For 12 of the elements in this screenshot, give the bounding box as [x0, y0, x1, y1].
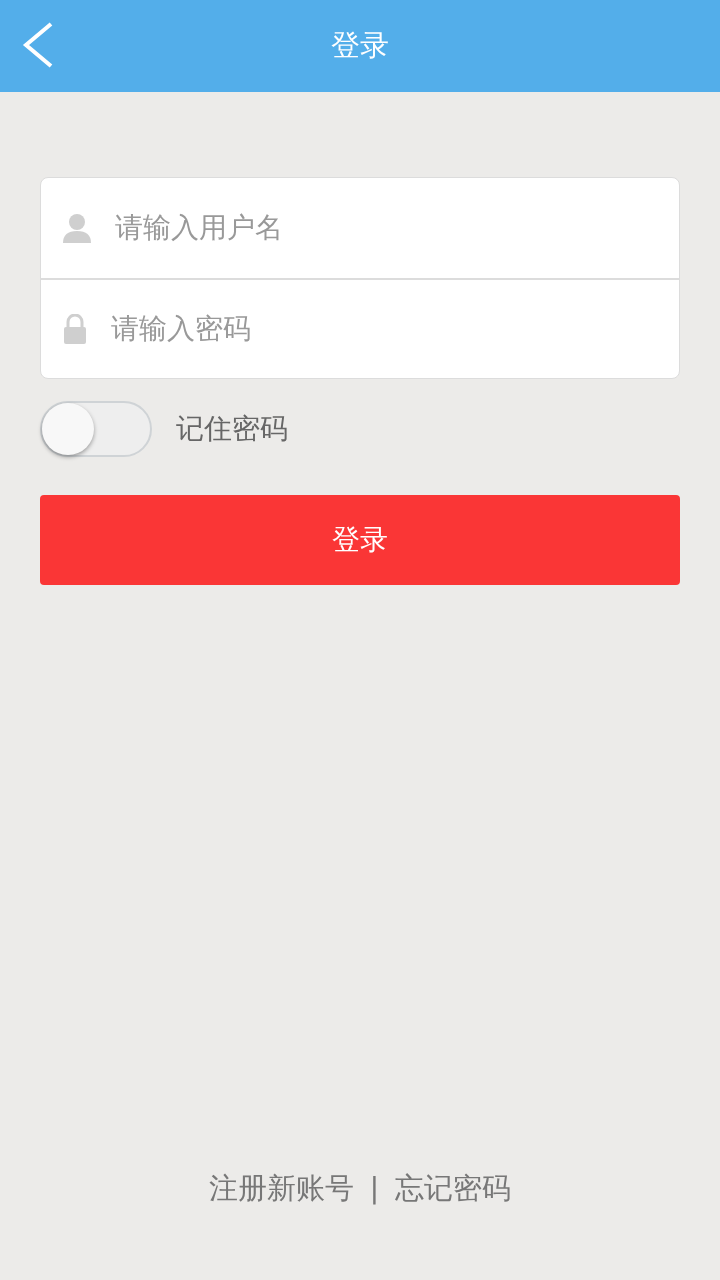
forgot-password-link[interactable]: 忘记密码 [395, 1166, 512, 1210]
password-field[interactable]: 请输入密码 [109, 307, 679, 351]
register-link[interactable]: 注册新账号 [208, 1166, 354, 1210]
login-button[interactable]: 登录 [40, 495, 680, 585]
remember-label: 记住密码 [176, 411, 288, 447]
toggle-switch[interactable] [40, 401, 152, 457]
lock-icon [63, 314, 87, 344]
username-field[interactable]: 请输入用户名 [113, 206, 679, 250]
page-title: 登录 [331, 27, 389, 65]
back-button[interactable] [22, 22, 54, 68]
user-icon [63, 213, 91, 243]
separator: | [369, 1169, 380, 1207]
